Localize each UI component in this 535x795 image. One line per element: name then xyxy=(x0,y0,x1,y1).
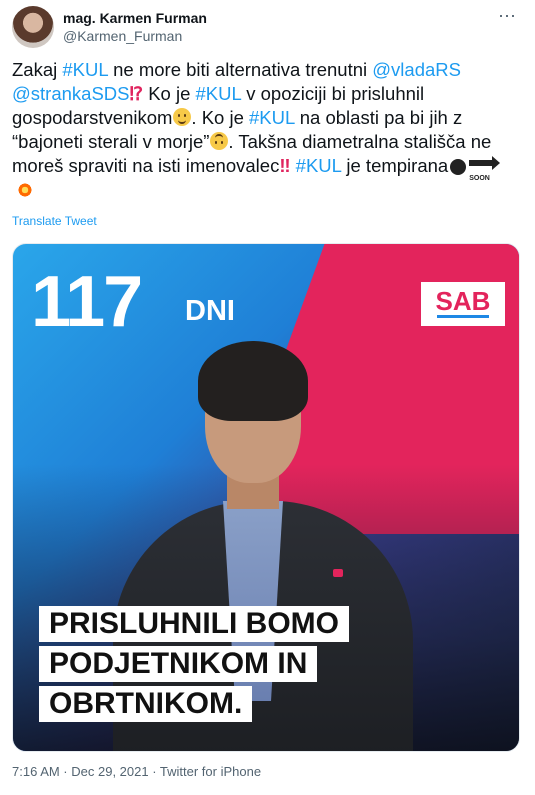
caption-line: PODJETNIKOM IN xyxy=(39,646,318,682)
sab-logo-text: SAB xyxy=(435,286,491,316)
sab-logo-underline xyxy=(437,315,489,318)
avatar[interactable] xyxy=(12,6,54,48)
tweet-image[interactable]: 117 DNI SAB PRISLUHNILI BOMO PODJETNIKOM… xyxy=(12,243,520,752)
smiling-face-emoji-icon xyxy=(173,108,192,126)
hashtag-kul-link[interactable]: #KUL xyxy=(196,83,242,104)
party-pin xyxy=(333,569,343,577)
tweet-text-segment: Ko je xyxy=(143,83,196,104)
tweet-metadata[interactable]: 7:16 AM · Dec 29, 2021 · Twitter for iPh… xyxy=(12,764,261,779)
hashtag-kul-link[interactable]: #KUL xyxy=(62,59,108,80)
tweet-text-segment: . Ko je xyxy=(191,107,250,128)
mention-vladars-link[interactable]: @vladaRS xyxy=(372,59,461,80)
collision-emoji-icon xyxy=(16,181,34,199)
caption-line: PRISLUHNILI BOMO xyxy=(39,606,349,642)
tweet-text: Zakaj #KUL ne more biti alternativa tren… xyxy=(12,58,518,202)
soon-label: SOON xyxy=(469,175,490,182)
day-counter-unit: DNI xyxy=(185,295,235,327)
more-icon[interactable]: ⋯ xyxy=(495,7,519,28)
author-handle[interactable]: @Karmen_Furman xyxy=(63,28,182,44)
translate-tweet-link[interactable]: Translate Tweet xyxy=(12,214,97,228)
hashtag-kul-link[interactable]: #KUL xyxy=(249,107,295,128)
interrobang-emoji-icon: ⁉ xyxy=(129,83,144,104)
author-name[interactable]: mag. Karmen Furman xyxy=(63,10,207,26)
day-counter-number: 117 xyxy=(31,262,143,342)
double-exclamation-emoji-icon: ‼ xyxy=(279,155,291,176)
mention-strankasds-link[interactable]: @strankaSDS xyxy=(12,83,130,104)
upside-down-face-emoji-icon xyxy=(210,132,229,150)
caption-line: OBRTNIKOM. xyxy=(39,686,253,722)
hair-shape xyxy=(198,341,308,421)
tweet-text-segment: Zakaj xyxy=(12,59,63,80)
bomb-emoji-icon xyxy=(450,159,467,175)
tweet-text-segment: ne more biti alternativa trenutni xyxy=(107,59,373,80)
hashtag-kul-link[interactable]: #KUL xyxy=(296,155,342,176)
soon-arrow-emoji-icon: SOON xyxy=(469,156,503,182)
tweet-text-segment: je tempirana xyxy=(341,155,449,176)
tweet-header: mag. Karmen Furman @Karmen_Furman ⋯ xyxy=(12,6,523,50)
soon-arrow-shape xyxy=(469,156,501,170)
sab-logo: SAB xyxy=(421,282,505,326)
